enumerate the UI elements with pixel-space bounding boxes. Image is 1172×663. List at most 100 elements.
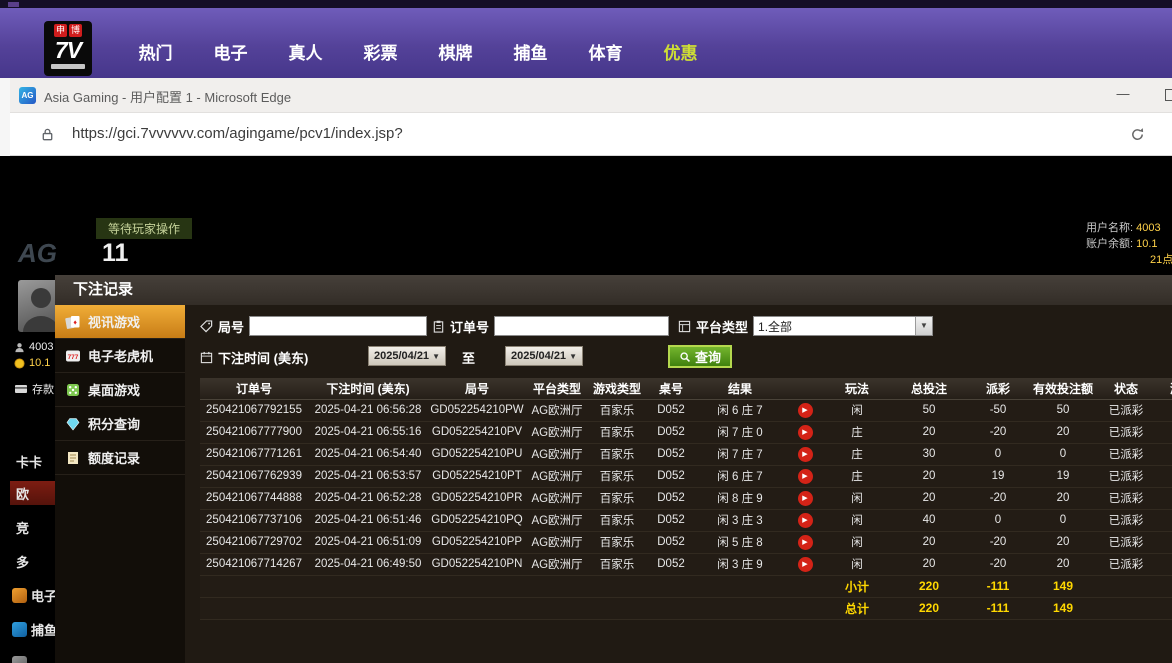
col-round-id: 局号 — [428, 378, 526, 399]
col-status: 状态 — [1100, 378, 1152, 399]
lobby-item-slots[interactable]: 电子 — [10, 583, 55, 607]
cell-order-id: 250421067744888 — [200, 487, 308, 509]
window-titlebar[interactable]: AG Asia Gaming - 用户配置 1 - Microsoft Edge… — [10, 78, 1172, 113]
account-balance-label: 账户余额: — [1086, 238, 1133, 250]
cell-valid-bet: 20 — [1026, 487, 1100, 509]
cell-round-id: GD052254210PQ — [428, 509, 526, 531]
replay-icon[interactable]: ▶ — [798, 491, 813, 506]
cell-order-id: 250421067762939 — [200, 465, 308, 487]
cell-table-no: D052 — [646, 443, 696, 465]
date-to-select[interactable]: 2025/04/21 ▼ — [505, 346, 583, 366]
site-logo[interactable]: 申 博 7V — [44, 21, 92, 76]
cell-bet-side: 庄 — [826, 465, 888, 487]
slot-777-icon: 777 — [65, 348, 81, 364]
search-icon — [679, 351, 691, 363]
cell-bet-side: 闲 — [826, 509, 888, 531]
lobby-item-multi[interactable]: 多 — [10, 549, 55, 573]
bet-records-dialog: 下注记录 ♦ 视讯游戏 777 电子老虎机 桌面游戏 — [55, 275, 1172, 663]
chevron-down-icon: ▼ — [569, 352, 577, 361]
order-filter: 订单号 — [432, 315, 669, 337]
lobby-item-europe[interactable]: 欧 — [10, 481, 55, 505]
round-input[interactable] — [249, 316, 427, 336]
cell-total-bet: 20 — [888, 421, 970, 443]
cell-game — [1152, 509, 1172, 531]
nav-item-sports[interactable]: 体育 — [568, 39, 643, 64]
url-text[interactable]: https://gci.7vvvvvv.com/agingame/pcv1/in… — [72, 125, 403, 142]
cell-table-no: D052 — [646, 531, 696, 553]
nav-item-live[interactable]: 真人 — [268, 39, 343, 64]
menu-item-table-games[interactable]: 桌面游戏 — [55, 373, 185, 407]
nav-item-cards[interactable]: 棋牌 — [418, 39, 493, 64]
replay-icon[interactable]: ▶ — [798, 447, 813, 462]
cell-game-type: 百家乐 — [588, 531, 646, 553]
cell-game-type: 百家乐 — [588, 465, 646, 487]
menu-item-label: 电子老虎机 — [88, 346, 153, 365]
sidebar-username: 4003 — [14, 341, 53, 353]
account-name-label: 用户名称: — [1086, 222, 1133, 234]
nav-item-promo[interactable]: 优惠 — [643, 39, 718, 64]
lobby-item-fishing[interactable]: 捕鱼 — [10, 617, 55, 641]
cell-valid-bet: 0 — [1026, 509, 1100, 531]
menu-item-points-query[interactable]: 积分查询 — [55, 407, 185, 441]
order-input[interactable] — [494, 316, 669, 336]
nav-item-slots[interactable]: 电子 — [193, 39, 268, 64]
lobby-item-label: 竞 — [16, 518, 29, 537]
date-from-select[interactable]: 2025/04/21 ▼ — [368, 346, 446, 366]
replay-icon[interactable]: ▶ — [798, 425, 813, 440]
lock-icon[interactable] — [40, 127, 55, 147]
deposit-button[interactable]: 存款 — [14, 381, 54, 397]
replay-icon[interactable]: ▶ — [798, 403, 813, 418]
platform-select[interactable]: 1.全部 ▼ — [753, 316, 933, 336]
cell-order-id: 250421067737106 — [200, 509, 308, 531]
table-row: 250421067771261 2025-04-21 06:54:40 GD05… — [200, 443, 1172, 465]
cell-game — [1152, 465, 1172, 487]
nav-item-lottery[interactable]: 彩票 — [343, 39, 418, 64]
cell-table-no: D052 — [646, 553, 696, 575]
lobby-item-jing[interactable]: 竞 — [10, 515, 55, 539]
document-icon — [65, 450, 81, 466]
cell-bet-time: 2025-04-21 06:55:16 — [308, 421, 428, 443]
dialog-menu: ♦ 视讯游戏 777 电子老虎机 桌面游戏 — [55, 305, 185, 663]
top-strip-accent — [8, 2, 19, 7]
replay-icon[interactable]: ▶ — [798, 535, 813, 550]
user-icon — [14, 342, 25, 353]
maximize-button[interactable] — [1165, 89, 1172, 101]
lobby-item-partial[interactable] — [10, 651, 55, 663]
cell-table-no: D052 — [646, 421, 696, 443]
menu-item-video-games[interactable]: ♦ 视讯游戏 — [55, 305, 185, 339]
logo-text: 7V — [55, 38, 81, 63]
account-info: 用户名称: 4003 账户余额: 10.1 21点 — [1086, 220, 1172, 268]
menu-item-slot-machine[interactable]: 777 电子老虎机 — [55, 339, 185, 373]
lobby-item-kaka[interactable]: 卡卡 — [10, 449, 55, 473]
address-bar[interactable]: https://gci.7vvvvvv.com/agingame/pcv1/in… — [10, 114, 1172, 156]
minimize-button[interactable]: — — [1112, 86, 1134, 106]
menu-item-credit-records[interactable]: 额度记录 — [55, 441, 185, 475]
cell-replay: ▶ — [784, 553, 826, 575]
nav-item-fishing[interactable]: 捕鱼 — [493, 39, 568, 64]
to-label: 至 — [462, 348, 475, 367]
cell-status: 已派彩 — [1100, 421, 1152, 443]
nav-item-hot[interactable]: 热门 — [118, 39, 193, 64]
cell-status: 已派彩 — [1100, 509, 1152, 531]
col-total-bet: 总投注 — [888, 378, 970, 399]
cell-payout: 0 — [970, 509, 1026, 531]
search-button[interactable]: 查询 — [668, 345, 732, 368]
replay-icon[interactable]: ▶ — [798, 513, 813, 528]
cell-payout: -20 — [970, 553, 1026, 575]
lobby-item-label: 捕鱼 — [31, 620, 57, 639]
replay-icon[interactable]: ▶ — [798, 469, 813, 484]
cell-round-id: GD052254210PP — [428, 531, 526, 553]
cell-game — [1152, 421, 1172, 443]
menu-item-label: 额度记录 — [88, 448, 140, 467]
cell-payout: -50 — [970, 399, 1026, 421]
replay-icon[interactable]: ▶ — [798, 557, 813, 572]
cell-status: 已派彩 — [1100, 553, 1152, 575]
window-top-strip — [0, 0, 1172, 8]
col-game-type: 游戏类型 — [588, 378, 646, 399]
chevron-down-icon[interactable]: ▼ — [915, 317, 932, 335]
refresh-icon[interactable] — [1130, 127, 1145, 147]
cell-total-bet: 20 — [888, 465, 970, 487]
cell-total-bet: 20 — [888, 553, 970, 575]
calendar-icon — [200, 351, 213, 364]
cell-table-no: D052 — [646, 399, 696, 421]
